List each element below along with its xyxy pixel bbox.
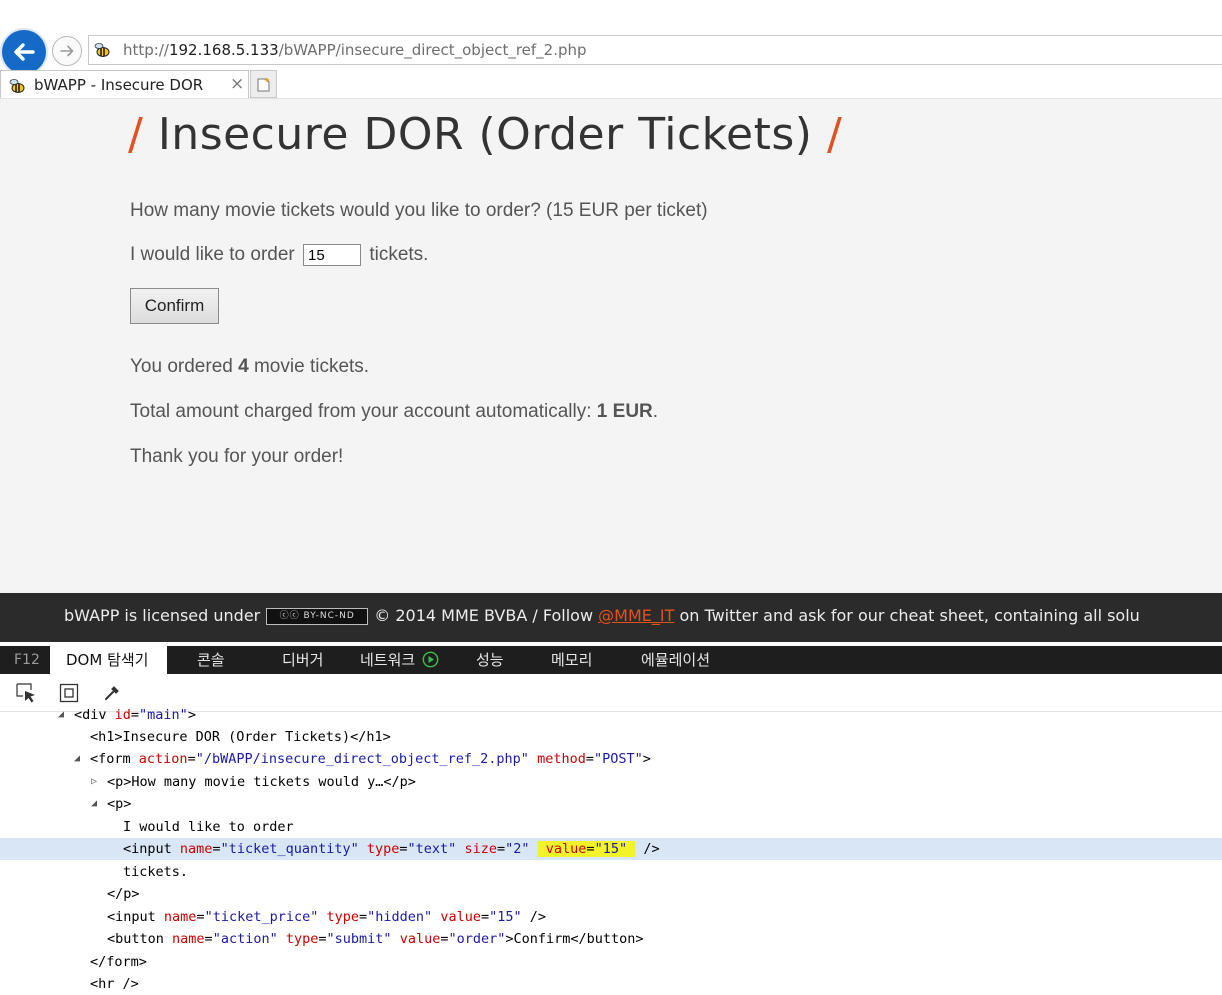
order-line: I would like to order tickets. [130,244,428,266]
order-suffix: tickets. [369,244,429,266]
dom-node-h1[interactable]: <h1>Insecure DOR (Order Tickets)</h1> [0,726,1222,748]
dom-text-node[interactable]: tickets. [0,861,1222,883]
eyedropper-icon [105,686,119,700]
dom-node-input-price[interactable]: <input name="ticket_price" type="hidden"… [0,906,1222,928]
select-element-icon [16,683,35,703]
title-slash-left: / [128,109,144,160]
new-tab-button[interactable] [250,70,277,98]
total-amount: 1 EUR [596,401,653,422]
close-tab-button[interactable]: × [230,74,244,94]
forward-button[interactable] [52,36,82,66]
new-tab-icon [257,77,270,91]
ticket-quantity-input[interactable] [303,244,362,266]
tab-debugger[interactable]: 디버거 [282,646,323,674]
url-path: /bWAPP/insecure_direct_object_ref_2.php [278,41,587,59]
navigation-bar: http://192.168.5.133/bWAPP/insecure_dire… [0,30,1222,74]
tab-bwapp[interactable]: bWAPP - Insecure DOR × [0,70,249,98]
dom-node-input-quantity[interactable]: <input name="ticket_quantity" type="text… [0,838,1222,860]
cc-license-badge[interactable]: ⓒⓒ BY-NC-ND [266,608,369,625]
collapse-triangle-icon[interactable]: ◢ [58,704,64,726]
devtools-panel: F12 DOM 탐색기 콘솔 디버거 네트워크 성능 메모리 에뮬레이션 ◢ <… [0,646,1222,992]
tab-network[interactable]: 네트워크 [360,646,439,674]
thanks-message: Thank you for your order! [130,446,344,467]
page-content: / Insecure DOR (Order Tickets) / How man… [0,98,1222,593]
back-button[interactable] [2,30,46,74]
tab-console[interactable]: 콘솔 [197,646,225,674]
color-picker-button[interactable] [101,682,123,704]
expand-triangle-icon[interactable]: ▷ [91,771,97,793]
collapse-triangle-icon[interactable]: ◢ [74,748,80,770]
dom-node-p-order[interactable]: ◢ <p> [0,793,1222,815]
ordered-message: You ordered 4 movie tickets. [130,356,370,377]
footer-text: bWAPP is licensed under ⓒⓒ BY-NC-ND © 2014… [64,606,1140,625]
ordered-count: 4 [238,356,249,377]
dom-node-hr[interactable]: <hr /> [0,973,1222,995]
tab-title: bWAPP - Insecure DOR [34,76,204,94]
dom-node-button[interactable]: <button name="action" type="submit" valu… [0,928,1222,950]
dom-node-div-main[interactable]: ◢ <div id="main"> [0,704,1222,726]
dom-text-node[interactable]: I would like to order [0,816,1222,838]
bee-favicon-icon [9,79,25,93]
url-host: 192.168.5.133 [168,41,279,59]
confirm-button[interactable]: Confirm [130,288,219,324]
dom-node-p-close[interactable]: </p> [0,883,1222,905]
dom-node-form-close[interactable]: </form> [0,951,1222,973]
box-model-icon [59,683,79,703]
dom-tree: ◢ <div id="main"> <h1>Insecure DOR (Orde… [0,707,1222,992]
dom-node-p-question[interactable]: ▷ <p>How many movie tickets would y…</p> [0,771,1222,793]
ticket-question: How many movie tickets would you like to… [130,200,708,221]
cc-icon: ⓒⓒ [279,611,304,621]
tab-performance[interactable]: 성능 [476,646,504,674]
devtools-tab-bar: F12 DOM 탐색기 콘솔 디버거 네트워크 성능 메모리 에뮬레이션 [0,646,1222,674]
total-message: Total amount charged from your account a… [130,401,659,422]
highlight-element-button[interactable] [58,682,80,704]
title-slash-right: / [826,109,843,160]
footer: bWAPP is licensed under ⓒⓒ BY-NC-ND © 2014… [0,593,1222,642]
arrow-left-icon [14,43,35,61]
page-title: / Insecure DOR (Order Tickets) / [128,109,842,160]
select-element-button[interactable] [15,682,37,704]
tab-memory[interactable]: 메모리 [551,646,592,674]
devtools-f12-label: F12 [14,652,40,668]
tab-dom-explorer[interactable]: DOM 탐색기 [50,646,167,674]
dom-node-form[interactable]: ◢ <form action="/bWAPP/insecure_direct_o… [0,748,1222,770]
highlighted-value-attribute: value="15" [537,841,636,857]
page-title-text: Insecure DOR (Order Tickets) [157,109,813,160]
tab-bar: bWAPP - Insecure DOR × [0,70,1222,98]
twitter-link[interactable]: @MME_IT [598,606,674,625]
tab-emulation[interactable]: 에뮬레이션 [641,646,710,674]
collapse-triangle-icon[interactable]: ◢ [91,793,97,815]
address-bar[interactable]: http://192.168.5.133/bWAPP/insecure_dire… [88,35,1222,65]
arrow-right-icon [60,45,74,57]
play-icon [422,651,439,668]
bee-favicon-icon [94,43,110,57]
order-prefix: I would like to order [130,244,295,266]
url-text[interactable]: http://192.168.5.133/bWAPP/insecure_dire… [123,41,587,59]
